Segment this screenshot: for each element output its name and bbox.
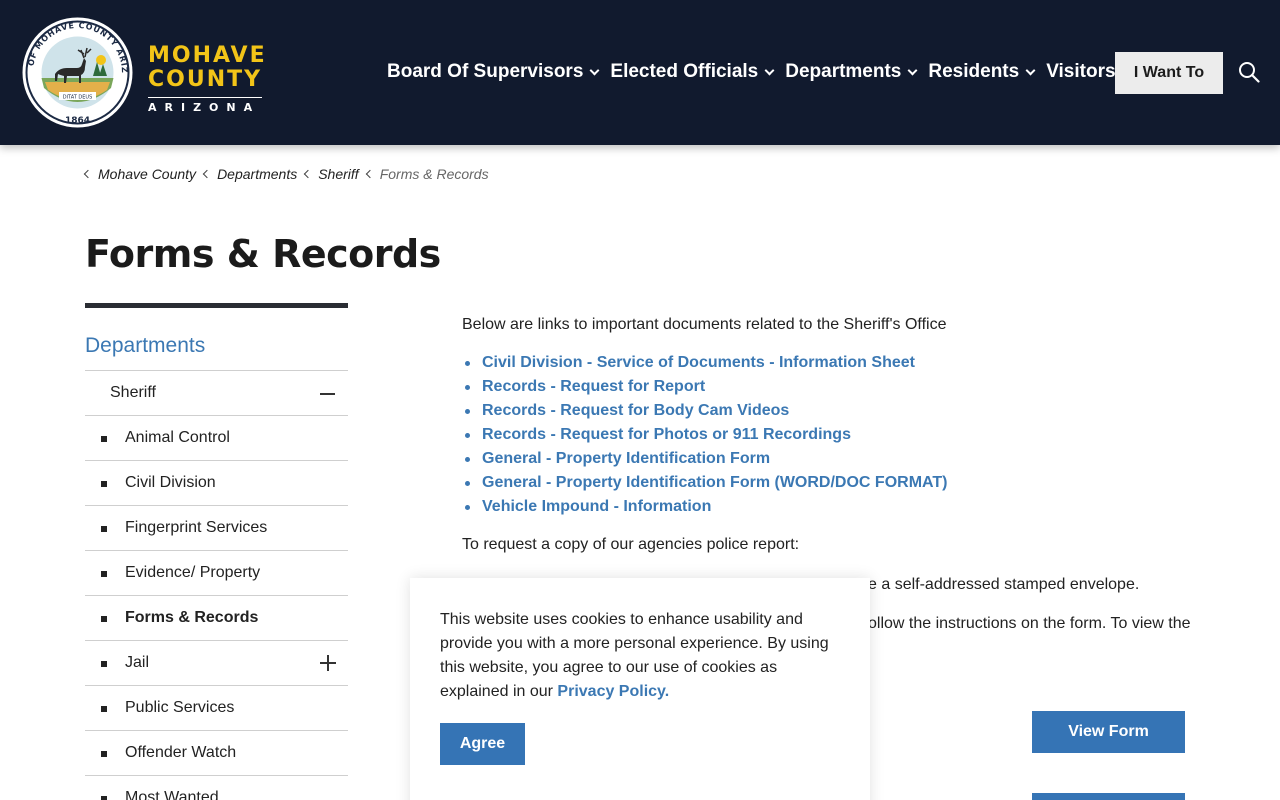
sidebar-item-public-services[interactable]: Public Services: [85, 686, 348, 731]
breadcrumb-label: Mohave County: [98, 166, 197, 182]
sidebar: Departments Sheriff Animal Control Civil…: [85, 303, 348, 800]
seal-year: 1864: [65, 116, 90, 126]
brand-line-county: COUNTY: [148, 67, 263, 92]
list-item: Civil Division - Service of Documents - …: [462, 352, 1222, 376]
chevron-down-icon: [907, 65, 918, 75]
square-bullet-icon: [101, 571, 107, 577]
nav-label: Elected Officials: [610, 61, 759, 82]
breadcrumb: Mohave County Departments Sheriff Forms …: [83, 166, 497, 182]
expand-plus-icon[interactable]: [320, 655, 336, 671]
sidebar-item-sheriff[interactable]: Sheriff: [85, 371, 348, 416]
breadcrumb-item-current: Forms & Records: [365, 166, 489, 182]
view-form-button[interactable]: View Form: [1032, 711, 1185, 753]
square-bullet-icon: [101, 661, 107, 667]
chevron-down-icon: [1025, 65, 1036, 75]
brand-line-mohave: MOHAVE: [148, 43, 267, 68]
i-want-to-button[interactable]: I Want To: [1115, 52, 1223, 94]
breadcrumb-item-mohave-county[interactable]: Mohave County: [83, 166, 197, 182]
nav-departments[interactable]: Departments: [785, 58, 918, 86]
sidebar-item-label: Most Wanted: [125, 789, 219, 800]
sidebar-item-label: Civil Division: [125, 474, 216, 491]
square-bullet-icon: [101, 796, 107, 800]
county-seal-logo[interactable]: DITAT DEUS 1864 SEAL OF MOHAVE COUNTY AR…: [21, 16, 134, 129]
sidebar-heading-departments[interactable]: Departments: [85, 308, 348, 371]
seal-motto: DITAT DEUS: [63, 95, 93, 101]
square-bullet-icon: [101, 436, 107, 442]
chevron-left-icon: [83, 169, 93, 179]
square-bullet-icon: [101, 526, 107, 532]
sidebar-item-label: Public Services: [125, 699, 235, 716]
sidebar-item-label: Forms & Records: [125, 609, 259, 626]
sidebar-item-label: Fingerprint Services: [125, 519, 268, 536]
doc-link-photos-911[interactable]: Records - Request for Photos or 911 Reco…: [482, 426, 851, 443]
chevron-left-icon: [303, 169, 313, 179]
chevron-down-icon: [764, 65, 775, 75]
breadcrumb-label: Departments: [217, 166, 298, 182]
page-title: Forms & Records: [85, 232, 441, 276]
breadcrumb-item-sheriff[interactable]: Sheriff: [303, 166, 359, 182]
brand-wordmark[interactable]: MOHAVE COUNTY ARIZONA: [148, 44, 267, 114]
agree-button[interactable]: Agree: [440, 723, 525, 765]
list-item: Records - Request for Report: [462, 376, 1222, 400]
nav-label: Residents: [928, 61, 1020, 82]
cookie-message: This website uses cookies to enhance usa…: [440, 608, 840, 704]
breadcrumb-label: Sheriff: [318, 166, 359, 182]
square-bullet-icon: [101, 616, 107, 622]
chevron-down-icon: [589, 65, 600, 75]
breadcrumb-item-departments[interactable]: Departments: [202, 166, 298, 182]
doc-link-civil-division-info[interactable]: Civil Division - Service of Documents - …: [482, 354, 915, 371]
nav-label: Board Of Supervisors: [387, 61, 584, 82]
sidebar-item-label: Evidence/ Property: [125, 564, 261, 581]
list-item: Records - Request for Body Cam Videos: [462, 400, 1222, 424]
sidebar-item-most-wanted[interactable]: Most Wanted: [85, 776, 348, 800]
partial-text-envelope: e a self-addressed stamped envelope.: [868, 576, 1140, 593]
main-nav: Board Of Supervisors Elected Officials D…: [387, 58, 1143, 86]
square-bullet-icon: [101, 751, 107, 757]
intro-text: Below are links to important documents r…: [462, 316, 947, 333]
list-item: Records - Request for Photos or 911 Reco…: [462, 424, 1222, 448]
list-item: General - Property Identification Form: [462, 448, 1222, 472]
search-icon[interactable]: [1238, 61, 1260, 83]
nav-label: Visitors: [1046, 61, 1116, 82]
chevron-left-icon: [365, 169, 374, 179]
main-content: Below are links to important documents r…: [462, 314, 1222, 556]
sidebar-item-civil-division[interactable]: Civil Division: [85, 461, 348, 506]
nav-elected-officials[interactable]: Elected Officials: [610, 58, 775, 86]
doc-link-property-id[interactable]: General - Property Identification Form: [482, 450, 770, 467]
sidebar-item-offender-watch[interactable]: Offender Watch: [85, 731, 348, 776]
partial-text-instructions: ollow the instructions on the form. To v…: [868, 615, 1191, 632]
sidebar-item-evidence-property[interactable]: Evidence/ Property: [85, 551, 348, 596]
privacy-policy-link[interactable]: Privacy Policy.: [557, 683, 669, 700]
doc-link-body-cam[interactable]: Records - Request for Body Cam Videos: [482, 402, 789, 419]
doc-link-vehicle-impound[interactable]: Vehicle Impound - Information: [482, 498, 711, 515]
brand-line-arizona: ARIZONA: [148, 97, 262, 114]
sidebar-item-label: Offender Watch: [125, 744, 237, 761]
view-form-button-2[interactable]: [1032, 793, 1185, 800]
square-bullet-icon: [101, 481, 107, 487]
nav-label: Departments: [785, 61, 902, 82]
site-header: DITAT DEUS 1864 SEAL OF MOHAVE COUNTY AR…: [0, 0, 1280, 145]
sidebar-item-label: Sheriff: [110, 384, 156, 401]
chevron-left-icon: [202, 169, 212, 179]
doc-link-property-id-word[interactable]: General - Property Identification Form (…: [482, 474, 948, 491]
nav-board-of-supervisors[interactable]: Board Of Supervisors: [387, 58, 600, 86]
nav-residents[interactable]: Residents: [928, 58, 1036, 86]
request-heading: To request a copy of our agencies police…: [462, 536, 800, 553]
sidebar-item-jail[interactable]: Jail: [85, 641, 348, 686]
sidebar-item-animal-control[interactable]: Animal Control: [85, 416, 348, 461]
sidebar-item-forms-records[interactable]: Forms & Records: [85, 596, 348, 641]
list-item: Vehicle Impound - Information: [462, 496, 1222, 520]
square-bullet-icon: [101, 706, 107, 712]
breadcrumb-label: Forms & Records: [379, 166, 489, 182]
sidebar-item-label: Jail: [125, 654, 150, 671]
doc-link-request-report[interactable]: Records - Request for Report: [482, 378, 705, 395]
list-item: General - Property Identification Form (…: [462, 472, 1222, 496]
document-list: Civil Division - Service of Documents - …: [462, 352, 1222, 520]
collapse-minus-icon[interactable]: [320, 393, 335, 395]
sidebar-item-label: Animal Control: [125, 429, 230, 446]
cookie-banner: This website uses cookies to enhance usa…: [410, 578, 870, 800]
sidebar-item-fingerprint-services[interactable]: Fingerprint Services: [85, 506, 348, 551]
